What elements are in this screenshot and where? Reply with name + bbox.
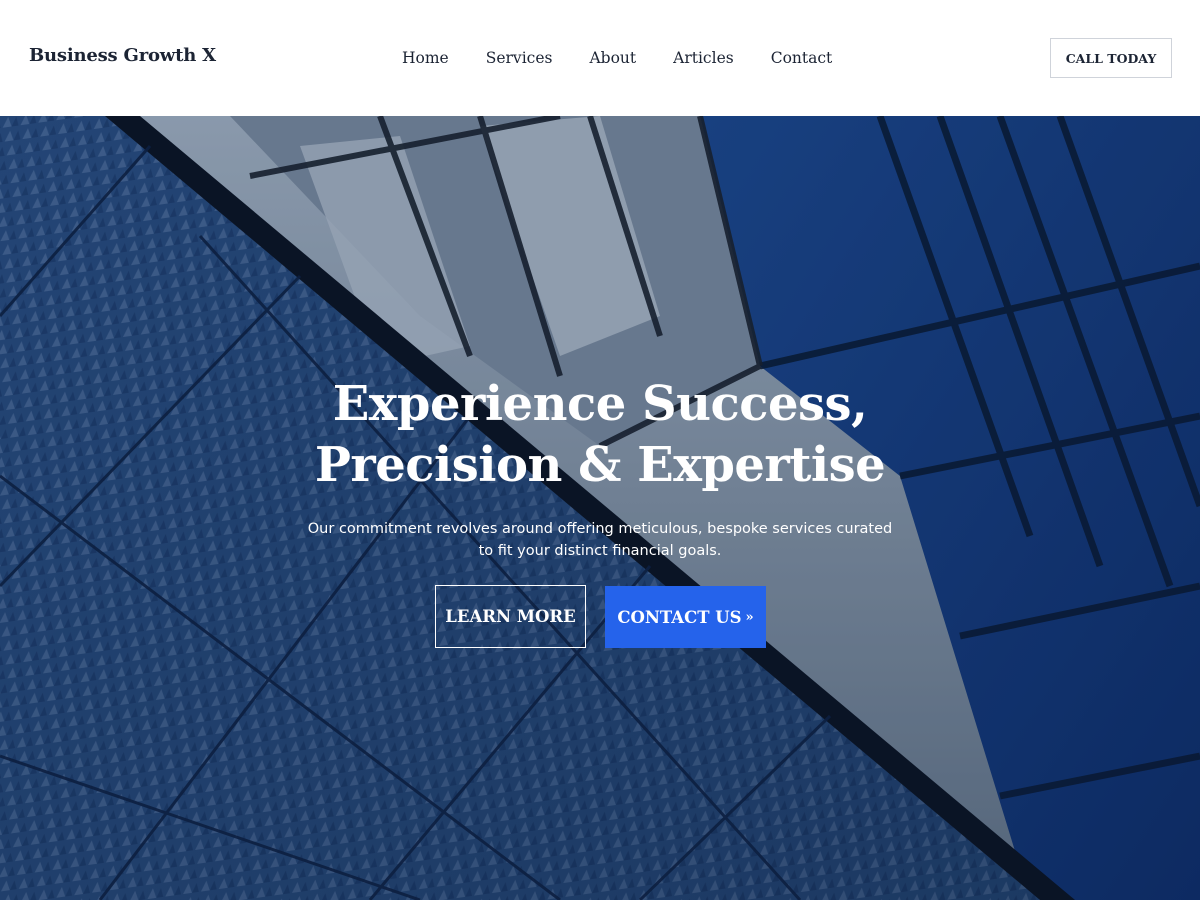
hero-subtitle-line-2: to fit your distinct financial goals. <box>478 543 722 559</box>
site-header: Business Growth X Home Services About Ar… <box>0 0 1200 116</box>
contact-us-label: CONTACT US <box>617 607 742 627</box>
hero-subtitle-line-1: Our commitment revolves around offering … <box>307 521 893 537</box>
hero-title-line-2: Precision & Expertise <box>314 437 886 493</box>
hero-section: Experience Success, Precision & Expertis… <box>0 116 1200 900</box>
nav-link-home[interactable]: Home <box>402 47 449 69</box>
brand-logo[interactable]: Business Growth X <box>29 45 216 66</box>
double-chevron-right-icon: » <box>745 609 754 625</box>
nav-link-about[interactable]: About <box>589 47 636 69</box>
hero-title: Experience Success, Precision & Expertis… <box>200 374 1000 496</box>
hero-background-image <box>0 116 1200 900</box>
nav-link-contact[interactable]: Contact <box>771 47 833 69</box>
call-today-button[interactable]: CALL TODAY <box>1050 38 1172 78</box>
hero-subtitle: Our commitment revolves around offering … <box>300 518 900 562</box>
nav-link-articles[interactable]: Articles <box>673 47 734 69</box>
main-nav: Home Services About Articles Contact <box>402 47 832 69</box>
learn-more-button[interactable]: LEARN MORE <box>435 585 586 648</box>
contact-us-button[interactable]: CONTACT US » <box>605 586 766 648</box>
nav-link-services[interactable]: Services <box>486 47 553 69</box>
hero-title-line-1: Experience Success, <box>332 376 868 432</box>
